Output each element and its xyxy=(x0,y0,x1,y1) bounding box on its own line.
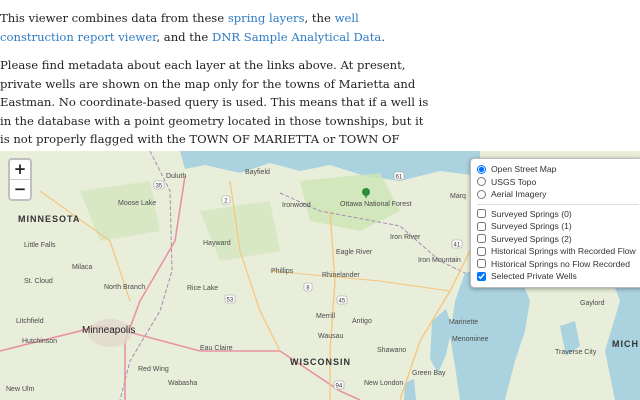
layer-control-panel: Open Street Map USGS Topo Aerial Imagery… xyxy=(470,158,640,288)
place-label: Phillips xyxy=(271,268,294,275)
place-label: Wabasha xyxy=(168,380,197,387)
place-label: Ottawa National Forest xyxy=(340,201,412,208)
city-label-minneapolis: Minneapolis xyxy=(82,325,135,336)
overlay-checkbox[interactable] xyxy=(477,246,486,256)
zoom-in-button[interactable]: + xyxy=(10,160,30,179)
place-label: Bayfield xyxy=(245,169,270,176)
layer-label: Surveyed Springs (2) xyxy=(491,233,572,244)
overlay-checkbox[interactable] xyxy=(477,259,486,269)
overlay-option-surveyed-springs-2[interactable]: Surveyed Springs (2) xyxy=(477,233,639,246)
base-layer-radio[interactable] xyxy=(477,177,486,187)
layer-label: Aerial Imagery xyxy=(491,189,547,200)
layer-label: Open Street Map xyxy=(491,164,557,175)
layer-label: Historical Springs with Recorded Flow xyxy=(491,246,636,257)
place-label: Little Falls xyxy=(24,242,56,249)
overlay-checkbox[interactable] xyxy=(477,209,486,219)
place-label: Traverse City xyxy=(555,349,597,356)
svg-text:45: 45 xyxy=(339,299,346,305)
place-label: Eagle River xyxy=(336,249,373,256)
place-label: Antigo xyxy=(352,318,372,325)
overlay-option-selected-private-wells[interactable]: Selected Private Wells xyxy=(477,270,639,283)
base-layer-option-usgs-topo[interactable]: USGS Topo xyxy=(477,176,639,189)
place-label: Marinette xyxy=(449,319,478,326)
dnr-sample-data-link[interactable]: DNR Sample Analytical Data xyxy=(212,30,381,44)
place-label: Rhinelander xyxy=(322,272,360,279)
place-label: North Branch xyxy=(104,284,145,291)
overlay-option-surveyed-springs-1[interactable]: Surveyed Springs (1) xyxy=(477,220,639,233)
place-label: Duluth xyxy=(166,173,186,180)
place-label: Wausau xyxy=(318,333,344,340)
spring-layers-link[interactable]: spring layers xyxy=(228,11,305,25)
layer-label: Surveyed Springs (1) xyxy=(491,221,572,232)
place-label: Hayward xyxy=(203,240,231,247)
place-label: Eau Claire xyxy=(200,345,233,352)
layer-separator xyxy=(477,203,639,205)
place-label: Red Wing xyxy=(138,366,169,373)
intro-paragraph-1: This viewer combines data from these spr… xyxy=(0,9,430,46)
place-label: New Ulm xyxy=(6,386,35,393)
overlay-checkbox[interactable] xyxy=(477,221,486,231)
zoom-out-button[interactable]: − xyxy=(10,179,30,199)
overlay-option-historical-springs-no-flow[interactable]: Historical Springs no Flow Recorded xyxy=(477,258,639,271)
intro-text-1b: , the xyxy=(304,11,335,25)
place-label: Gaylord xyxy=(580,300,605,307)
layer-label: Surveyed Springs (0) xyxy=(491,208,572,219)
intro-text-1d: . xyxy=(381,29,385,44)
place-label: Iron River xyxy=(390,234,421,241)
place-label: Green Bay xyxy=(412,370,446,377)
place-label: Moose Lake xyxy=(118,200,156,207)
place-label: Iron Mountain xyxy=(418,257,461,264)
svg-text:94: 94 xyxy=(336,384,343,390)
zoom-control: + − xyxy=(8,158,32,201)
overlay-checkbox[interactable] xyxy=(477,234,486,244)
overlay-option-historical-springs-flow[interactable]: Historical Springs with Recorded Flow xyxy=(477,245,639,258)
place-label: Marq xyxy=(450,193,466,200)
place-label: Milaca xyxy=(72,264,92,271)
base-layer-option-aerial[interactable]: Aerial Imagery xyxy=(477,188,639,201)
svg-text:53: 53 xyxy=(227,298,234,304)
place-label: Menominee xyxy=(452,336,489,343)
state-label-michigan: MICH xyxy=(612,339,639,349)
place-label: Merrill xyxy=(316,313,335,320)
overlay-option-surveyed-springs-0[interactable]: Surveyed Springs (0) xyxy=(477,208,639,221)
layer-label: Historical Springs no Flow Recorded xyxy=(491,258,630,269)
svg-text:61: 61 xyxy=(396,175,403,181)
layer-label: Selected Private Wells xyxy=(491,271,577,282)
place-label: Shawano xyxy=(377,347,406,354)
base-layer-radio[interactable] xyxy=(477,189,486,199)
layer-label: USGS Topo xyxy=(491,176,537,187)
intro-text-1a: This viewer combines data from these xyxy=(0,11,228,25)
place-label: Hutchinson xyxy=(22,338,57,345)
base-layer-option-osm[interactable]: Open Street Map xyxy=(477,163,639,176)
svg-text:35: 35 xyxy=(156,184,163,190)
place-label: New London xyxy=(364,380,403,387)
svg-text:41: 41 xyxy=(454,243,461,249)
place-label: St. Cloud xyxy=(24,278,53,285)
state-label-wisconsin: WISCONSIN xyxy=(290,357,351,367)
place-label: Ironwood xyxy=(282,202,311,209)
place-label: Litchfield xyxy=(16,318,44,325)
intro-text-1c: , and the xyxy=(156,29,212,44)
overlay-checkbox[interactable] xyxy=(477,271,486,281)
place-label: Rice Lake xyxy=(187,285,218,292)
base-layer-radio[interactable] xyxy=(477,164,486,174)
state-label-minnesota: MINNESOTA xyxy=(18,214,80,224)
